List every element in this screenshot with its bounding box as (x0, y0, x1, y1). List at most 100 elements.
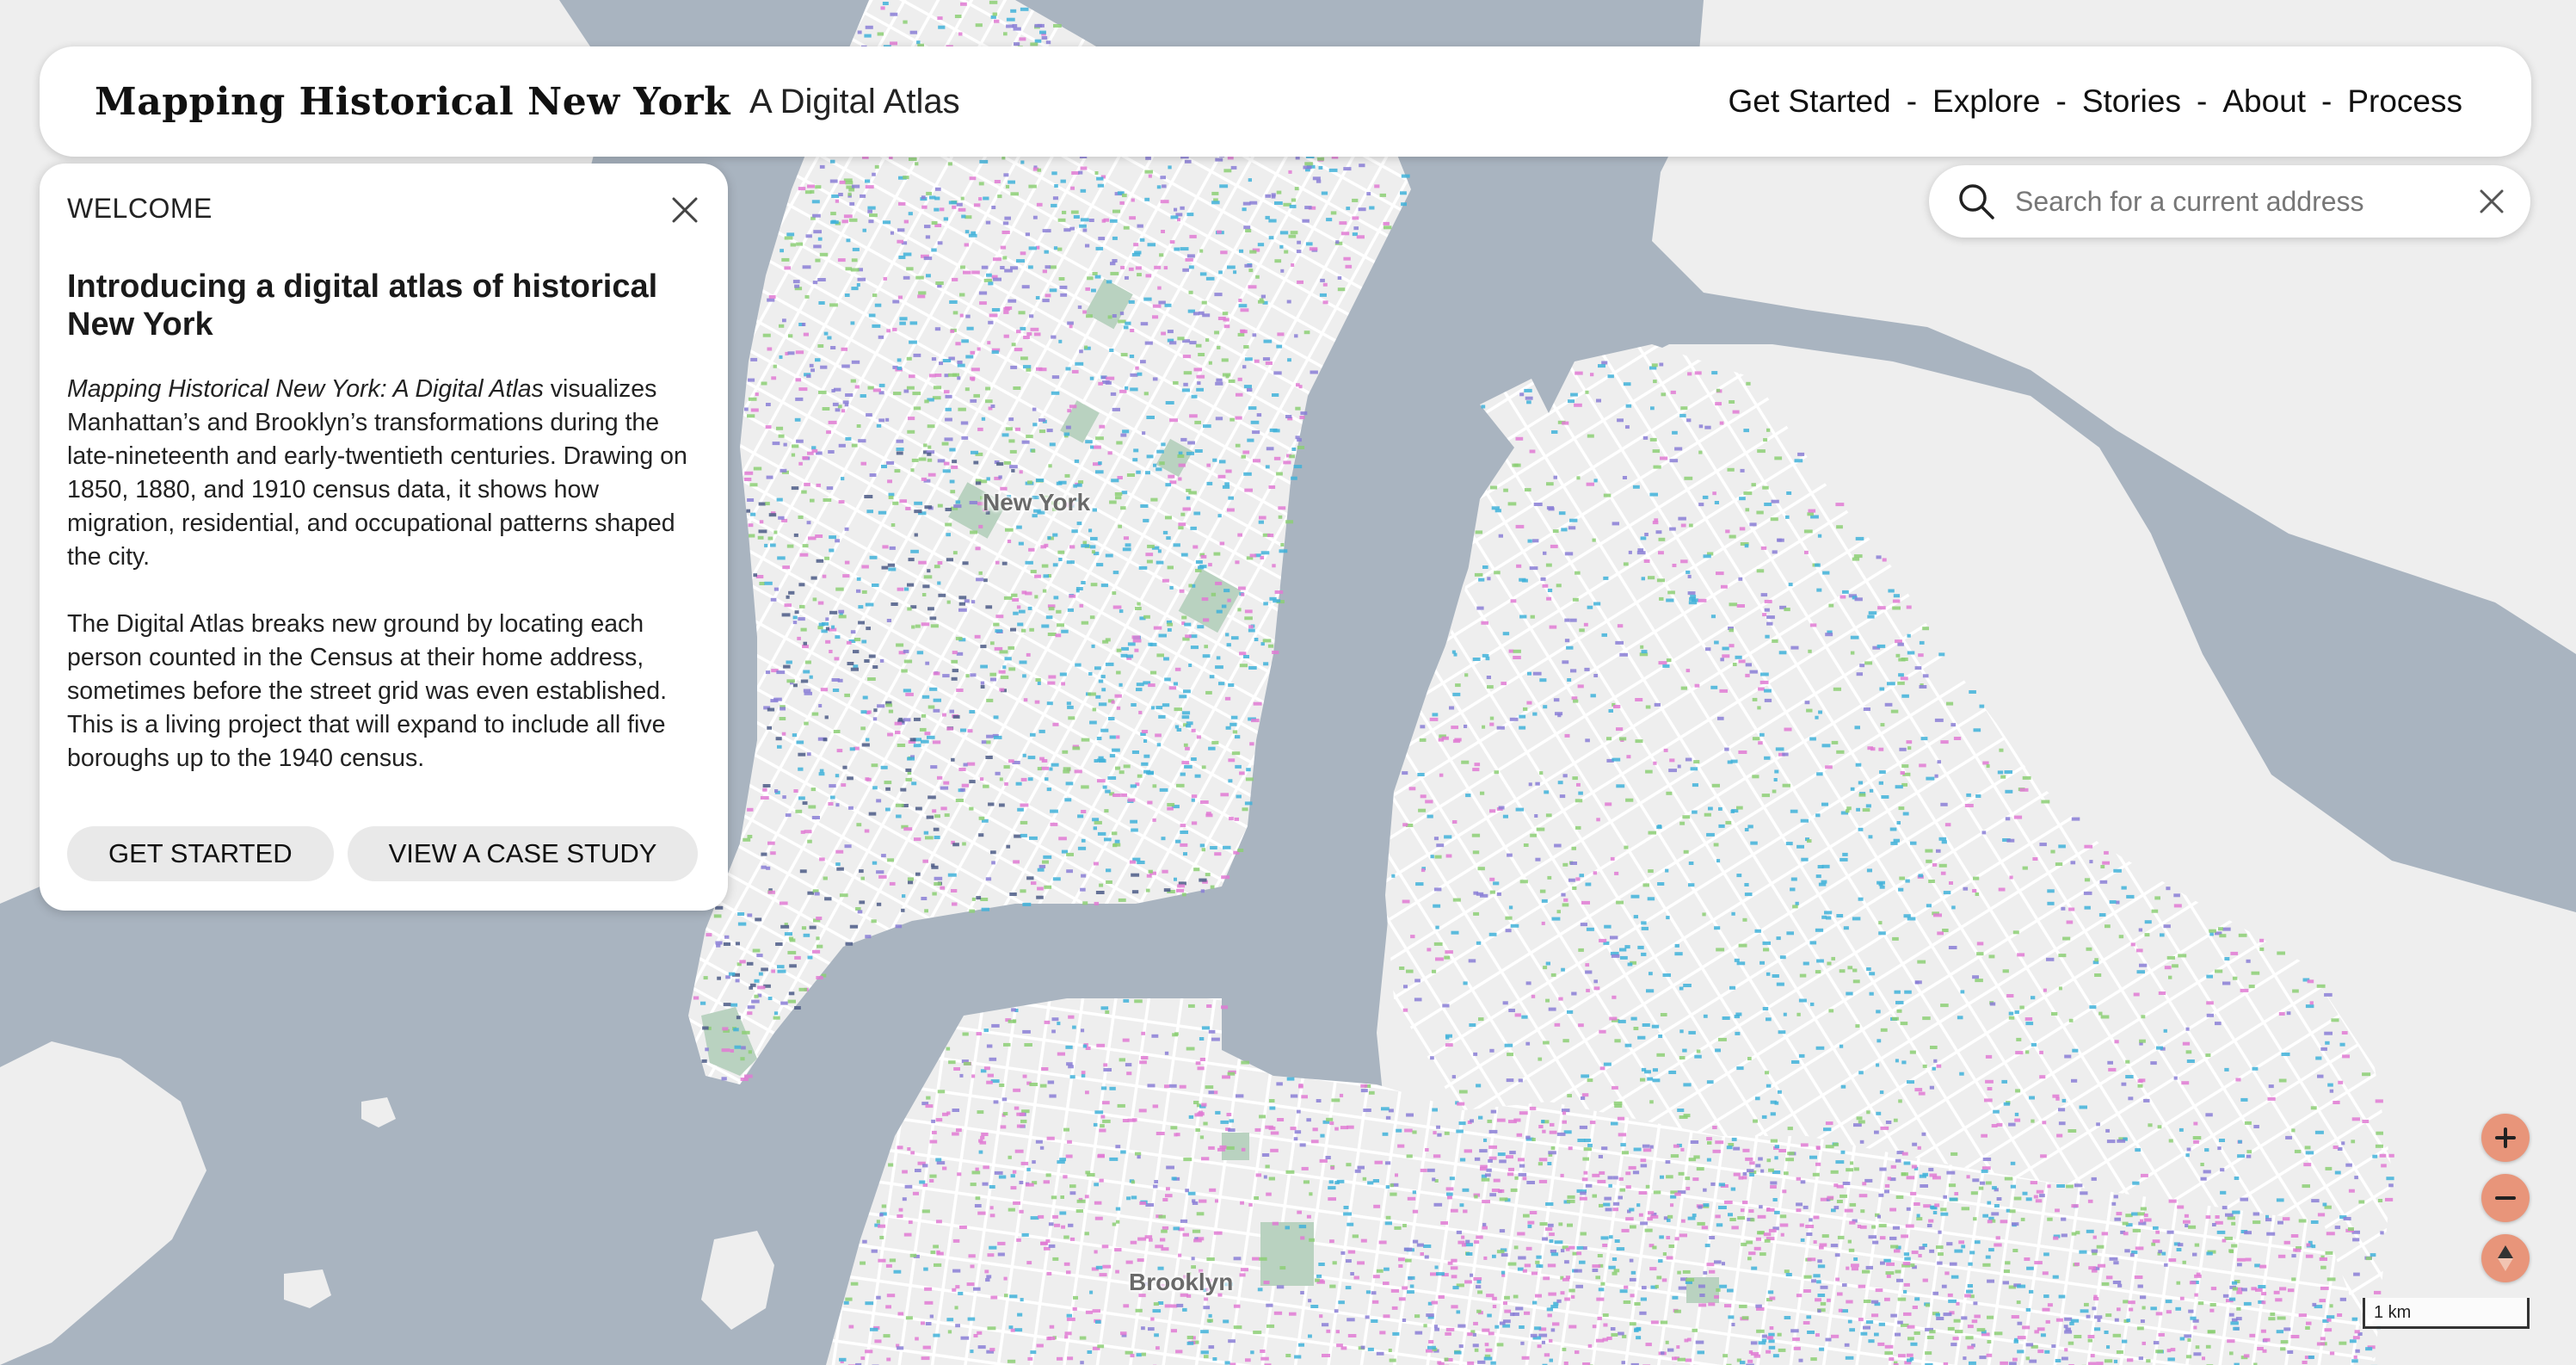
census-dot (785, 813, 792, 818)
census-dot (858, 605, 864, 609)
census-dot (773, 587, 779, 591)
census-dot (1853, 1167, 1859, 1171)
census-dot (2133, 992, 2140, 997)
census-dot (1815, 563, 1821, 567)
census-dot (895, 731, 901, 735)
census-dot (896, 814, 902, 818)
census-dot (1206, 481, 1213, 485)
census-dot (2285, 1135, 2292, 1140)
census-dot (1666, 1236, 1671, 1239)
census-dot (2257, 1347, 2264, 1350)
census-dot (1570, 669, 1577, 673)
census-dot (1037, 682, 1041, 685)
census-dot (1383, 1314, 1390, 1319)
census-dot (2061, 1098, 2067, 1102)
census-dot (1734, 958, 1740, 962)
census-dot (1360, 1238, 1367, 1243)
census-dot (1839, 969, 1846, 973)
census-dot (1666, 916, 1670, 920)
census-dot (1740, 1208, 1745, 1213)
census-dot (1678, 1171, 1685, 1176)
census-dot (1831, 740, 1839, 744)
census-dot (1183, 689, 1191, 694)
census-dot (2151, 909, 2159, 913)
census-dot (1174, 877, 1177, 881)
census-dot (1561, 967, 1565, 972)
census-dot (1007, 540, 1012, 543)
census-dot (1025, 232, 1030, 237)
census-dot (786, 660, 792, 664)
census-dot (1550, 1146, 1556, 1150)
census-dot (1450, 1266, 1458, 1270)
census-dot (2385, 1197, 2394, 1201)
census-dot (1638, 1191, 1648, 1195)
census-dot (1087, 1350, 1093, 1354)
census-dot (1025, 591, 1032, 596)
census-dot (1777, 1332, 1782, 1337)
census-dot (1162, 1198, 1168, 1201)
census-dot (1940, 871, 1946, 875)
census-dot (1261, 1153, 1270, 1157)
census-dot (1096, 1043, 1106, 1047)
census-dot (722, 1027, 729, 1031)
census-dot (896, 451, 903, 455)
census-dot (1628, 1165, 1636, 1170)
census-dot (744, 471, 754, 475)
census-dot (1987, 1201, 1992, 1205)
census-dot (995, 615, 1004, 619)
census-dot (1747, 1057, 1752, 1060)
census-dot (866, 413, 872, 417)
census-dot (787, 999, 796, 1004)
census-dot (952, 551, 958, 555)
census-dot (978, 524, 983, 528)
census-dot (1928, 1167, 1934, 1171)
census-dot (1752, 737, 1760, 741)
census-dot (832, 689, 840, 692)
census-dot (866, 738, 870, 742)
census-dot (1840, 1084, 1846, 1089)
census-dot (1005, 528, 1014, 532)
census-dot (2205, 1053, 2211, 1058)
census-dot (792, 683, 798, 688)
census-dot (1585, 1183, 1593, 1188)
census-dot (2025, 1343, 2034, 1347)
census-dot (2022, 775, 2031, 780)
census-dot (1157, 286, 1162, 290)
census-dot (2015, 1089, 2021, 1093)
census-dot (1560, 1291, 1565, 1295)
census-dot (1445, 854, 1452, 858)
census-dot (1267, 644, 1274, 648)
census-dot (1022, 1074, 1027, 1078)
census-dot (2008, 1011, 2014, 1016)
census-dot (817, 601, 824, 605)
census-dot (890, 12, 898, 16)
census-dot (1687, 1216, 1696, 1220)
census-dot (1105, 553, 1113, 558)
census-dot (986, 698, 994, 702)
census-dot (897, 228, 905, 232)
census-dot (1687, 574, 1692, 578)
census-dot (1186, 1047, 1195, 1051)
census-dot (2236, 1306, 2241, 1311)
census-dot (1764, 1238, 1771, 1243)
census-dot (842, 574, 850, 578)
census-dot (2061, 1217, 2067, 1221)
census-dot (1030, 42, 1038, 46)
census-dot (934, 327, 941, 331)
census-dot (754, 994, 759, 998)
census-dot (1096, 563, 1104, 567)
census-dot (1549, 1232, 1555, 1237)
census-dot (1514, 1176, 1519, 1180)
census-dot (1046, 1136, 1055, 1140)
census-dot (914, 501, 923, 505)
census-dot (1575, 1284, 1583, 1288)
census-dot (1013, 1201, 1020, 1205)
census-dot (811, 448, 818, 453)
census-dot (1193, 1101, 1199, 1104)
census-dot (2287, 1350, 2294, 1354)
census-dot (2015, 1051, 2024, 1055)
census-dot (1206, 1319, 1213, 1323)
census-dot (1065, 781, 1074, 786)
census-dot (1770, 517, 1778, 522)
census-dot (1525, 981, 1531, 985)
